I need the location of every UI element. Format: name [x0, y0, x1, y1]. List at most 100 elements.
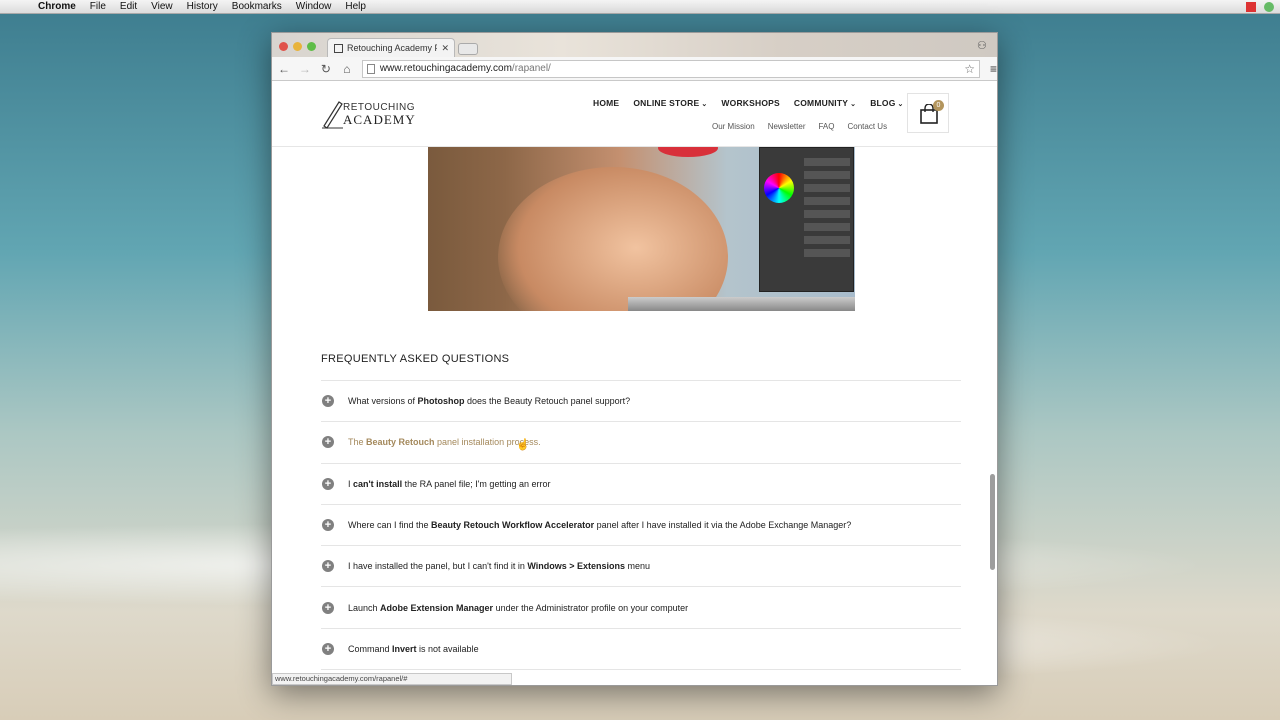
menubar-edit[interactable]: Edit — [120, 1, 137, 12]
expand-plus-icon[interactable]: + — [322, 519, 334, 532]
menubar-app-chrome[interactable]: Chrome — [38, 1, 76, 12]
faq-question-text: I have installed the panel, but I can't … — [348, 561, 528, 572]
hero-image-panel-rows — [804, 158, 850, 262]
color-wheel-icon — [764, 173, 794, 203]
hero-image — [428, 147, 855, 311]
forward-button[interactable]: → — [296, 62, 314, 76]
browser-menu-icon[interactable]: ≡ — [990, 62, 997, 76]
reload-button[interactable]: ↻ — [317, 62, 335, 76]
address-bar[interactable]: www.retouchingacademy.com/rapanel/ ☆ — [361, 59, 981, 78]
expand-plus-icon[interactable]: + — [322, 560, 334, 573]
hero-image-skin — [498, 167, 728, 311]
faq-question-bold: Beauty Retouch Workflow Accelerator — [431, 520, 595, 531]
faq-question: Launch Adobe Extension Manager under the… — [348, 603, 688, 613]
browser-toolbar: ← → ↻ ⌂ www.retouchingacademy.com/rapane… — [272, 57, 997, 81]
browser-window: Retouching Academy Pa ✕ ⚇ ← → ↻ ⌂ www.re… — [271, 32, 998, 686]
minimize-window-button[interactable] — [293, 42, 302, 51]
faq-question-bold: Photoshop — [417, 396, 465, 407]
subnav-contact-us[interactable]: Contact Us — [848, 122, 888, 131]
site-logo[interactable]: RETOUCHING ACADEMY — [321, 98, 415, 130]
page-favicon-icon — [334, 43, 343, 53]
faq-item[interactable]: + Command Invert is not available — [321, 629, 961, 671]
menubar-status-icons — [1246, 2, 1274, 12]
faq-item[interactable]: + I have installed the panel, but I can'… — [321, 546, 961, 588]
hero-image-lips — [658, 147, 718, 157]
cart-button[interactable]: 0 — [907, 93, 949, 133]
faq-question: The Beauty Retouch panel installation pr… — [348, 437, 541, 447]
cart-count-badge: 0 — [933, 100, 944, 111]
faq-item[interactable]: + What versions of Photoshop does the Be… — [321, 381, 961, 423]
expand-plus-icon[interactable]: + — [322, 601, 334, 614]
faq-item[interactable]: + Where can I find the Beauty Retouch Wo… — [321, 505, 961, 547]
sub-nav: Our Mission Newsletter FAQ Contact Us — [712, 122, 887, 131]
new-tab-button[interactable] — [458, 43, 478, 55]
expand-plus-icon[interactable]: + — [322, 477, 334, 490]
chevron-down-icon: ⌄ — [897, 101, 904, 108]
nav-blog-label: BLOG — [870, 98, 896, 108]
os-menubar: Chrome File Edit View History Bookmarks … — [0, 0, 1280, 14]
faq-question: Command Invert is not available — [348, 644, 479, 654]
url-host: www.retouchingacademy.com — [379, 63, 512, 74]
faq-list: + What versions of Photoshop does the Be… — [321, 380, 961, 671]
menubar-file[interactable]: File — [90, 1, 106, 12]
chevron-down-icon: ⌄ — [701, 101, 708, 108]
menubar-view[interactable]: View — [151, 1, 173, 12]
nav-blog[interactable]: BLOG ⌄ — [870, 98, 903, 108]
tab-title: Retouching Academy Pa — [347, 43, 438, 53]
zoom-window-button[interactable] — [307, 42, 316, 51]
hero-image-dock — [628, 297, 855, 311]
faq-item[interactable]: + Launch Adobe Extension Manager under t… — [321, 587, 961, 629]
chevron-down-icon: ⌄ — [850, 101, 857, 108]
close-window-button[interactable] — [279, 42, 288, 51]
faq-question-text: the RA panel file; I'm getting an error — [402, 478, 551, 489]
menubar-history[interactable]: History — [187, 1, 218, 12]
logo-pen-icon — [322, 101, 343, 129]
home-button[interactable]: ⌂ — [338, 62, 356, 76]
subnav-newsletter[interactable]: Newsletter — [768, 122, 806, 131]
faq-question: What versions of Photoshop does the Beau… — [348, 396, 630, 406]
nav-online-store-label: ONLINE STORE — [633, 98, 700, 108]
nav-community[interactable]: COMMUNITY ⌄ — [794, 98, 856, 108]
faq-item[interactable]: + The Beauty Retouch panel installation … — [321, 422, 961, 464]
nav-home[interactable]: HOME — [593, 98, 619, 108]
menubar-window[interactable]: Window — [296, 1, 332, 12]
status-bar-url: www.retouchingacademy.com/rapanel/# — [272, 673, 512, 685]
faq-question-text: Command — [348, 643, 393, 654]
window-controls — [279, 42, 316, 51]
sync-icon[interactable] — [1264, 2, 1274, 12]
faq-question-text: Where can I find the — [348, 520, 432, 531]
main-nav: HOME ONLINE STORE ⌄ WORKSHOPS COMMUNITY ⌄ … — [593, 98, 904, 108]
url-path: /rapanel/ — [511, 63, 551, 74]
browser-tab-active[interactable]: Retouching Academy Pa ✕ — [327, 38, 455, 57]
expand-plus-icon[interactable]: + — [322, 436, 334, 449]
expand-plus-icon[interactable]: + — [322, 642, 334, 655]
back-button[interactable]: ← — [275, 62, 293, 76]
expand-plus-icon[interactable]: + — [322, 395, 334, 408]
faq-question-bold: Invert — [392, 643, 417, 654]
faq-question-text: menu — [625, 561, 651, 572]
page-scrollbar[interactable] — [990, 474, 995, 570]
faq-question: I have installed the panel, but I can't … — [348, 561, 650, 571]
nav-online-store[interactable]: ONLINE STORE ⌄ — [633, 98, 707, 108]
tab-strip: Retouching Academy Pa ✕ ⚇ — [272, 33, 997, 57]
profile-icon[interactable]: ⚇ — [977, 39, 991, 52]
faq-question: I can't install the RA panel file; I'm g… — [348, 479, 550, 489]
subnav-faq[interactable]: FAQ — [818, 122, 834, 131]
nav-workshops[interactable]: WORKSHOPS — [721, 98, 779, 108]
faq-question-bold: Beauty Retouch — [366, 437, 435, 448]
faq-question-text: The — [348, 437, 367, 448]
faq-title: FREQUENTLY ASKED QUESTIONS — [321, 353, 510, 365]
faq-question-text: panel after I have installed it via the … — [594, 520, 852, 531]
faq-item[interactable]: + I can't install the RA panel file; I'm… — [321, 464, 961, 505]
faq-question: Where can I find the Beauty Retouch Work… — [348, 520, 851, 530]
pointer-cursor-icon: ☝ — [516, 439, 530, 451]
subnav-our-mission[interactable]: Our Mission — [712, 122, 755, 131]
menubar-bookmarks[interactable]: Bookmarks — [232, 1, 282, 12]
faq-question-text: What versions of — [348, 396, 418, 407]
hero-image-photoshop-panel — [759, 147, 854, 292]
record-icon[interactable] — [1246, 2, 1256, 12]
faq-question-text: under the Administrator profile on your … — [493, 602, 689, 613]
menubar-help[interactable]: Help — [345, 1, 366, 12]
bookmark-star-icon[interactable]: ☆ — [964, 62, 975, 76]
close-tab-icon[interactable]: ✕ — [441, 43, 449, 54]
